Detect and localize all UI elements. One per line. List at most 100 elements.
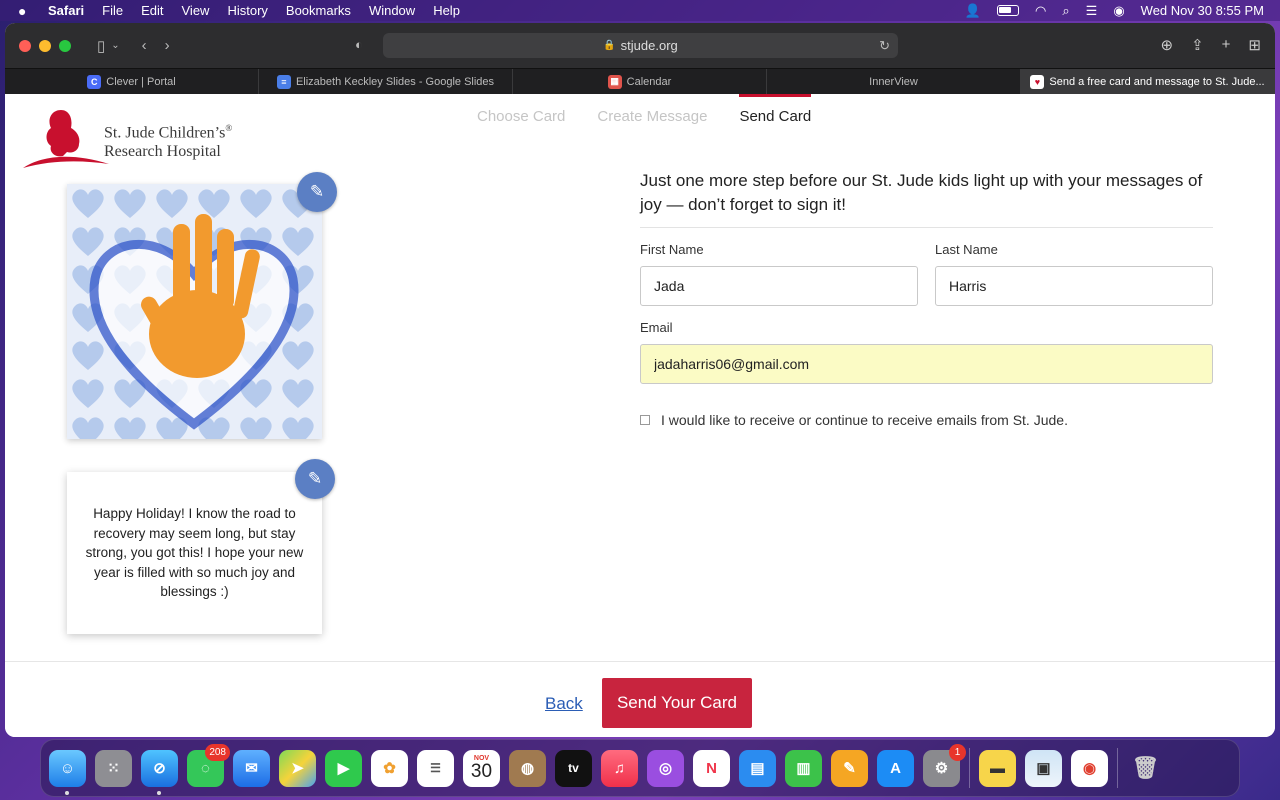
podcasts-icon[interactable]: ◎: [647, 749, 684, 787]
menu-edit[interactable]: Edit: [141, 3, 163, 18]
email-label: Email: [640, 320, 673, 335]
launchpad-icon[interactable]: ⁙: [95, 749, 132, 787]
app-store-icon[interactable]: A: [877, 749, 914, 787]
new-tab-icon[interactable]: +: [1222, 36, 1231, 54]
close-window-button[interactable]: [19, 39, 31, 52]
siri-icon[interactable]: ◉: [1113, 3, 1124, 19]
running-indicator: [157, 790, 161, 795]
first-name-field[interactable]: [640, 266, 918, 306]
pages-icon[interactable]: ✎: [831, 749, 868, 787]
menu-view[interactable]: View: [182, 3, 210, 18]
calendar-app-icon[interactable]: NOV 30: [463, 749, 500, 787]
menu-history[interactable]: History: [227, 3, 267, 18]
st-jude-logo[interactable]: St. Jude Children’s® Research Hospital: [21, 106, 241, 172]
trash-icon[interactable]: 🗑: [1127, 750, 1164, 787]
calendar-icon: ▦: [607, 74, 622, 89]
email-optin-label[interactable]: I would like to receive or continue to r…: [661, 412, 1068, 428]
clock[interactable]: Wed Nov 30 8:55 PM: [1141, 3, 1264, 18]
spotlight-icon[interactable]: ⌕: [1062, 3, 1069, 19]
battery-icon[interactable]: [997, 5, 1020, 16]
send-card-button[interactable]: Send Your Card: [602, 678, 752, 728]
photos-icon[interactable]: ✿: [371, 749, 408, 787]
email-field[interactable]: [640, 344, 1213, 384]
sidebar-icon[interactable]: ▯: [97, 37, 105, 55]
music-icon[interactable]: ♫: [601, 749, 638, 787]
toolbar-actions: ⊕ ⇪ + ⊞: [1161, 36, 1262, 54]
message-preview: Happy Holiday! I know the road to recove…: [67, 472, 322, 634]
downloads-icon[interactable]: ⊕: [1161, 36, 1174, 54]
minimize-window-button[interactable]: [39, 39, 51, 52]
menu-app-name[interactable]: Safari: [48, 3, 84, 18]
logo-line-2: Research Hospital: [104, 143, 221, 161]
form-heading: Just one more step before our St. Jude k…: [640, 169, 1213, 228]
preview-icon[interactable]: ▣: [1025, 749, 1062, 787]
notes-icon[interactable]: ▬: [979, 749, 1016, 787]
mail-icon[interactable]: ✉: [233, 749, 270, 787]
tab-label: Elizabeth Keckley Slides - Google Slides: [295, 75, 495, 88]
dock-separator: [1117, 748, 1118, 788]
menu-bookmarks[interactable]: Bookmarks: [286, 3, 351, 18]
zoom-window-button[interactable]: [59, 39, 71, 52]
keynote-icon[interactable]: ▤: [739, 749, 776, 787]
menu-help[interactable]: Help: [433, 3, 460, 18]
url-text: stjude.org: [620, 38, 678, 53]
tab-overview-icon[interactable]: ⊞: [1248, 36, 1261, 54]
numbers-icon[interactable]: ▥: [785, 749, 822, 787]
web-page: St. Jude Children’s® Research Hospital C…: [5, 94, 1275, 737]
email-optin-checkbox[interactable]: [640, 415, 650, 425]
maps-icon[interactable]: ➤: [279, 749, 316, 787]
tab-label: Send a free card and message to St. Jude…: [1049, 75, 1265, 88]
menu-window[interactable]: Window: [369, 3, 415, 18]
clever-icon: C: [87, 74, 102, 89]
dock: ☺ ⁙ ⊘ ◌ 208 ✉ ➤ ▶ ✿ ☰ NOV 30 ◍ tv ♫ ◎ N ▤…: [40, 739, 1240, 797]
message-text: Happy Holiday! I know the road to recove…: [85, 506, 304, 600]
first-name-label: First Name: [640, 242, 704, 257]
forward-icon[interactable]: ›: [165, 37, 170, 54]
step-create-message[interactable]: Create Message: [597, 108, 707, 125]
back-icon[interactable]: ‹: [142, 37, 147, 54]
logo-line-1: St. Jude Children’s: [104, 124, 226, 142]
tab-calendar[interactable]: ▦ Calendar: [513, 69, 767, 94]
news-icon[interactable]: N: [693, 749, 730, 787]
user-icon[interactable]: 👤: [965, 3, 981, 19]
pencil-icon: ✎: [309, 182, 325, 201]
chevron-down-icon[interactable]: ⌄: [111, 40, 119, 51]
wifi-icon[interactable]: ◠: [1035, 3, 1046, 19]
privacy-shield-icon[interactable]: ◐: [355, 37, 363, 52]
tab-google-slides[interactable]: ≡ Elizabeth Keckley Slides - Google Slid…: [259, 69, 513, 94]
edit-card-button[interactable]: ✎: [297, 172, 337, 212]
messages-icon[interactable]: ◌ 208: [187, 743, 230, 787]
step-choose-card[interactable]: Choose Card: [477, 108, 565, 125]
apple-tv-label: tv: [568, 761, 579, 775]
step-indicator: Choose Card Create Message Send Card: [477, 94, 811, 125]
tab-label: Clever | Portal: [106, 75, 176, 88]
first-name-group: First Name: [640, 242, 918, 306]
menu-file[interactable]: File: [102, 3, 123, 18]
address-bar[interactable]: 🔒 stjude.org ↻: [383, 33, 898, 58]
browser-window: ▯ ⌄ ‹ › ◐ 🔒 stjude.org ↻ ⊕ ⇪ + ⊞ C Cleve…: [5, 23, 1275, 737]
finder-icon[interactable]: ☺: [49, 749, 86, 795]
step-send-card[interactable]: Send Card: [739, 94, 811, 125]
control-center-icon[interactable]: ☰: [1086, 3, 1098, 19]
system-preferences-icon[interactable]: ⚙ 1: [923, 743, 966, 787]
share-icon[interactable]: ⇪: [1191, 36, 1204, 54]
back-link[interactable]: Back: [545, 694, 583, 714]
apple-tv-icon[interactable]: tv: [555, 749, 592, 787]
facetime-icon[interactable]: ▶: [325, 749, 362, 787]
tab-innerview[interactable]: InnerView: [767, 69, 1021, 94]
contacts-icon[interactable]: ◍: [509, 749, 546, 787]
calendar-day: 30: [470, 761, 493, 782]
reload-icon[interactable]: ↻: [879, 38, 890, 54]
chrome-icon[interactable]: ◉: [1071, 749, 1108, 787]
safari-icon[interactable]: ⊘: [141, 749, 178, 795]
reminders-icon[interactable]: ☰: [417, 749, 454, 787]
apple-icon[interactable]: ●: [18, 3, 34, 19]
edit-message-button[interactable]: ✎: [295, 459, 335, 499]
status-area: 👤 ◠ ⌕ ☰ ◉ Wed Nov 30 8:55 PM: [965, 3, 1270, 19]
tab-st-jude[interactable]: ♥ Send a free card and message to St. Ju…: [1021, 69, 1275, 94]
pencil-icon: ✎: [307, 469, 323, 488]
tab-label: InnerView: [869, 75, 918, 88]
last-name-field[interactable]: [935, 266, 1213, 306]
tab-clever[interactable]: C Clever | Portal: [5, 69, 259, 94]
email-group: Email: [640, 320, 1213, 384]
